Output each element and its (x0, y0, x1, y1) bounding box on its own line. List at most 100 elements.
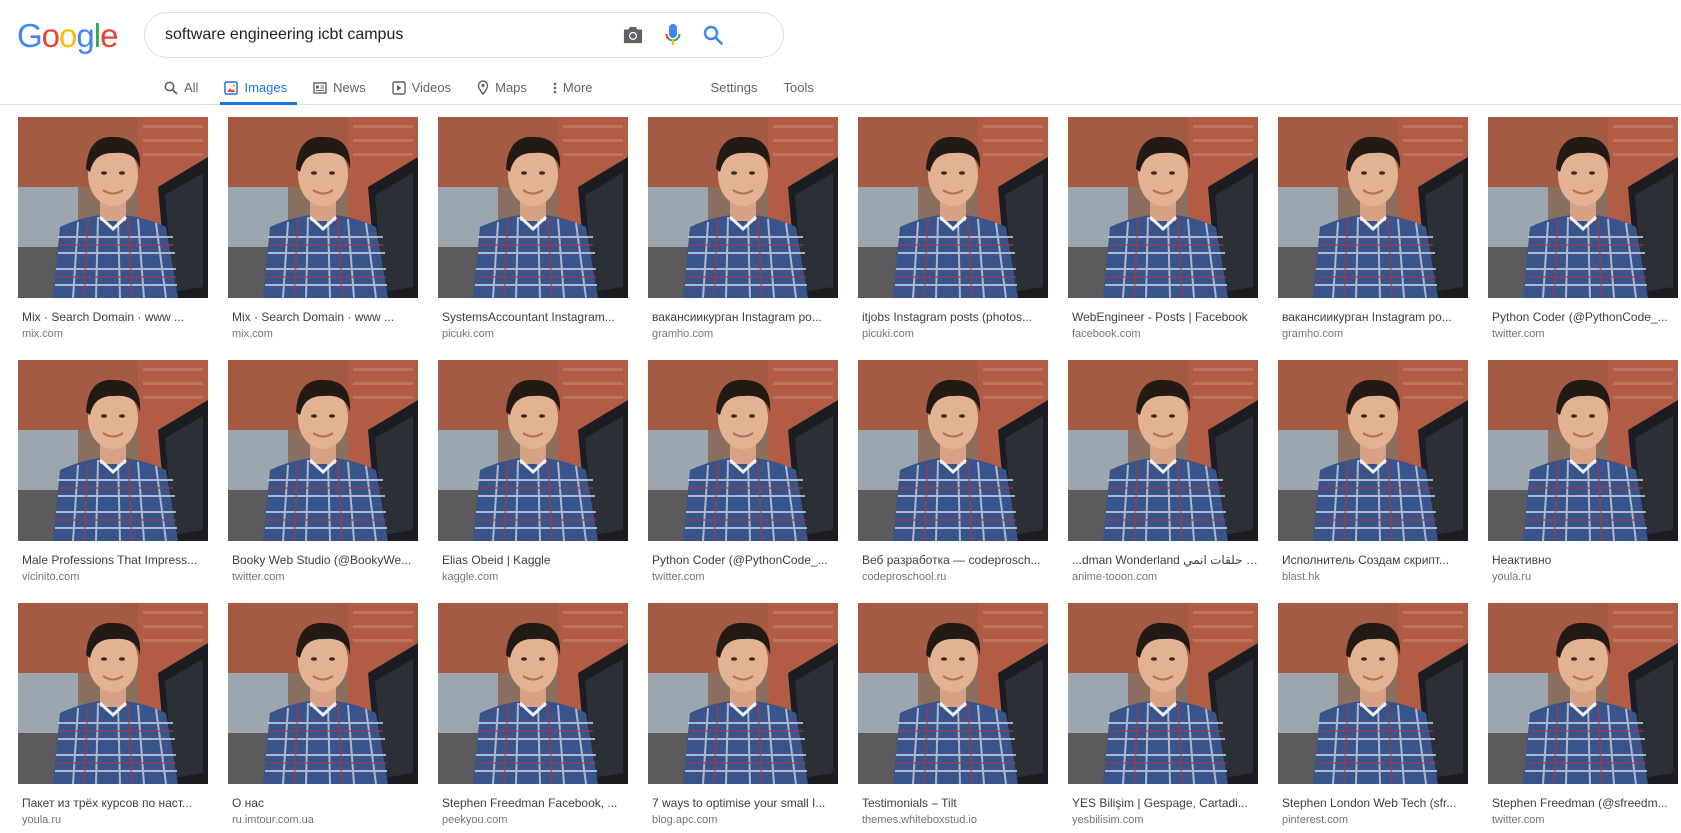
image-result[interactable]: О нас ru.imtour.com.ua (228, 603, 418, 827)
tab-maps-label: Maps (495, 80, 527, 95)
image-result[interactable]: вакансиикурган Instagram po... gramho.co… (648, 117, 838, 341)
result-title[interactable]: 7 ways to optimise your small I... (648, 795, 838, 811)
result-source: themes.whiteboxstud.io (862, 814, 977, 826)
result-thumbnail[interactable] (1278, 117, 1468, 298)
result-source: peekyou.com (442, 814, 508, 826)
image-result[interactable]: Неактивно youla.ru (1488, 360, 1678, 584)
result-title[interactable]: Mix · Search Domain · www ... (18, 309, 208, 325)
result-title[interactable]: Python Coder (@PythonCode_... (648, 552, 838, 568)
result-thumbnail[interactable] (1278, 360, 1468, 541)
result-title[interactable]: Stephen Freedman (@sfreedm... (1488, 795, 1678, 811)
image-result[interactable]: Stephen Freedman (@sfreedm... twitter.co… (1488, 603, 1678, 827)
result-source: pinterest.com (1282, 814, 1349, 826)
logo-letter: e (100, 17, 118, 54)
result-thumbnail[interactable] (438, 360, 628, 541)
tab-settings-label: Settings (710, 80, 758, 95)
image-result[interactable]: Booky Web Studio (@BookyWe... twitter.co… (228, 360, 418, 584)
result-thumbnail[interactable] (858, 603, 1048, 784)
result-thumbnail[interactable] (1488, 360, 1678, 541)
result-title[interactable]: YES Bilişim | Gespage, Cartadi... (1068, 795, 1258, 811)
result-thumbnail[interactable] (18, 117, 208, 298)
result-title[interactable]: вакансиикурган Instagram po... (648, 309, 838, 325)
image-result[interactable]: Stephen London Web Tech (sfr... pinteres… (1278, 603, 1468, 827)
result-title[interactable]: Stephen Freedman Facebook, ... (438, 795, 628, 811)
result-thumbnail[interactable] (1278, 603, 1468, 784)
image-result[interactable]: Исполнитель Создам скрипт... blast.hk (1278, 360, 1468, 584)
image-result[interactable]: Stephen Freedman Facebook, ... peekyou.c… (438, 603, 628, 827)
google-logo[interactable]: Google (17, 17, 118, 54)
result-thumbnail[interactable] (648, 360, 838, 541)
search-input[interactable] (165, 13, 635, 57)
result-thumbnail[interactable] (438, 117, 628, 298)
result-thumbnail[interactable] (858, 360, 1048, 541)
logo-letter: g (76, 17, 94, 54)
tab-more-label: More (562, 80, 593, 95)
tab-images[interactable]: Images (220, 70, 298, 105)
tab-all-label: All (184, 80, 199, 95)
image-result[interactable]: Python Coder (@PythonCode_... twitter.co… (1488, 117, 1678, 341)
result-thumbnail[interactable] (648, 603, 838, 784)
result-thumbnail[interactable] (228, 360, 418, 541)
result-title[interactable]: Веб разработка — codeprosch... (858, 552, 1048, 568)
result-title[interactable]: вакансиикурган Instagram po... (1278, 309, 1468, 325)
tab-more[interactable]: More (549, 70, 603, 105)
result-source: picuki.com (442, 328, 494, 340)
result-title[interactable]: Mix · Search Domain · www ... (228, 309, 418, 325)
image-result[interactable]: SystemsAccountant Instagram... picuki.co… (438, 117, 628, 341)
microphone-icon[interactable] (660, 22, 686, 48)
image-result[interactable]: Elias Obeid | Kaggle kaggle.com (438, 360, 628, 584)
result-thumbnail[interactable] (1068, 603, 1258, 784)
tab-tools[interactable]: Tools (780, 70, 824, 105)
image-result[interactable]: Mix · Search Domain · www ... mix.com (18, 117, 208, 341)
result-title[interactable]: Исполнитель Создам скрипт... (1278, 552, 1468, 568)
result-title[interactable]: WebEngineer - Posts | Facebook (1068, 309, 1258, 325)
image-result[interactable]: YES Bilişim | Gespage, Cartadi... yesbil… (1068, 603, 1258, 827)
search-tabs: All Images News Videos Maps More Setting… (160, 70, 836, 105)
result-title[interactable]: О нас (228, 795, 418, 811)
result-thumbnail[interactable] (18, 360, 208, 541)
camera-icon[interactable] (620, 22, 646, 48)
image-result[interactable]: Testimonials – Tilt themes.whiteboxstud.… (858, 603, 1048, 827)
result-thumbnail[interactable] (438, 603, 628, 784)
tab-settings[interactable]: Settings (707, 70, 768, 105)
result-source: picuki.com (862, 328, 914, 340)
result-source: kaggle.com (442, 571, 499, 583)
result-title[interactable]: Stephen London Web Tech (sfr... (1278, 795, 1468, 811)
result-title[interactable]: Неактивно (1488, 552, 1678, 568)
result-thumbnail[interactable] (228, 603, 418, 784)
result-title[interactable]: itjobs Instagram posts (photos... (858, 309, 1048, 325)
result-thumbnail[interactable] (1488, 603, 1678, 784)
image-result[interactable]: Python Coder (@PythonCode_... twitter.co… (648, 360, 838, 584)
tab-maps[interactable]: Maps (473, 70, 537, 105)
image-result[interactable]: Веб разработка — codeprosch... codeprosc… (858, 360, 1048, 584)
result-title[interactable]: Пакет из трёх курсов по наст... (18, 795, 208, 811)
result-title[interactable]: Python Coder (@PythonCode_... (1488, 309, 1678, 325)
result-title[interactable]: SystemsAccountant Instagram... (438, 309, 628, 325)
result-thumbnail[interactable] (1068, 117, 1258, 298)
result-title[interactable]: Male Professions That Impress... (18, 552, 208, 568)
image-result[interactable]: WebEngineer - Posts | Facebook facebook.… (1068, 117, 1258, 341)
result-title[interactable]: Elias Obeid | Kaggle (438, 552, 628, 568)
result-thumbnail[interactable] (18, 603, 208, 784)
result-title[interactable]: Booky Web Studio (@BookyWe... (228, 552, 418, 568)
search-icon[interactable] (700, 22, 726, 48)
result-title[interactable]: ...dman Wonderland جميع حلقات انمي (1068, 552, 1258, 568)
image-result[interactable]: ...dman Wonderland جميع حلقات انمي anime… (1068, 360, 1258, 584)
result-thumbnail[interactable] (648, 117, 838, 298)
tab-all[interactable]: All (160, 70, 208, 105)
tab-videos[interactable]: Videos (388, 70, 462, 105)
image-result[interactable]: Mix · Search Domain · www ... mix.com (228, 117, 418, 341)
result-thumbnail[interactable] (858, 117, 1048, 298)
result-source: youla.ru (1492, 571, 1532, 583)
result-source: twitter.com (1492, 328, 1545, 340)
result-title[interactable]: Testimonials – Tilt (858, 795, 1048, 811)
result-thumbnail[interactable] (1068, 360, 1258, 541)
image-result[interactable]: Пакет из трёх курсов по наст... youla.ru (18, 603, 208, 827)
result-thumbnail[interactable] (228, 117, 418, 298)
result-thumbnail[interactable] (1488, 117, 1678, 298)
image-result[interactable]: вакансиикурган Instagram po... gramho.co… (1278, 117, 1468, 341)
image-result[interactable]: itjobs Instagram posts (photos... picuki… (858, 117, 1048, 341)
image-result[interactable]: Male Professions That Impress... vicinit… (18, 360, 208, 584)
image-result[interactable]: 7 ways to optimise your small I... blog.… (648, 603, 838, 827)
tab-news[interactable]: News (309, 70, 376, 105)
